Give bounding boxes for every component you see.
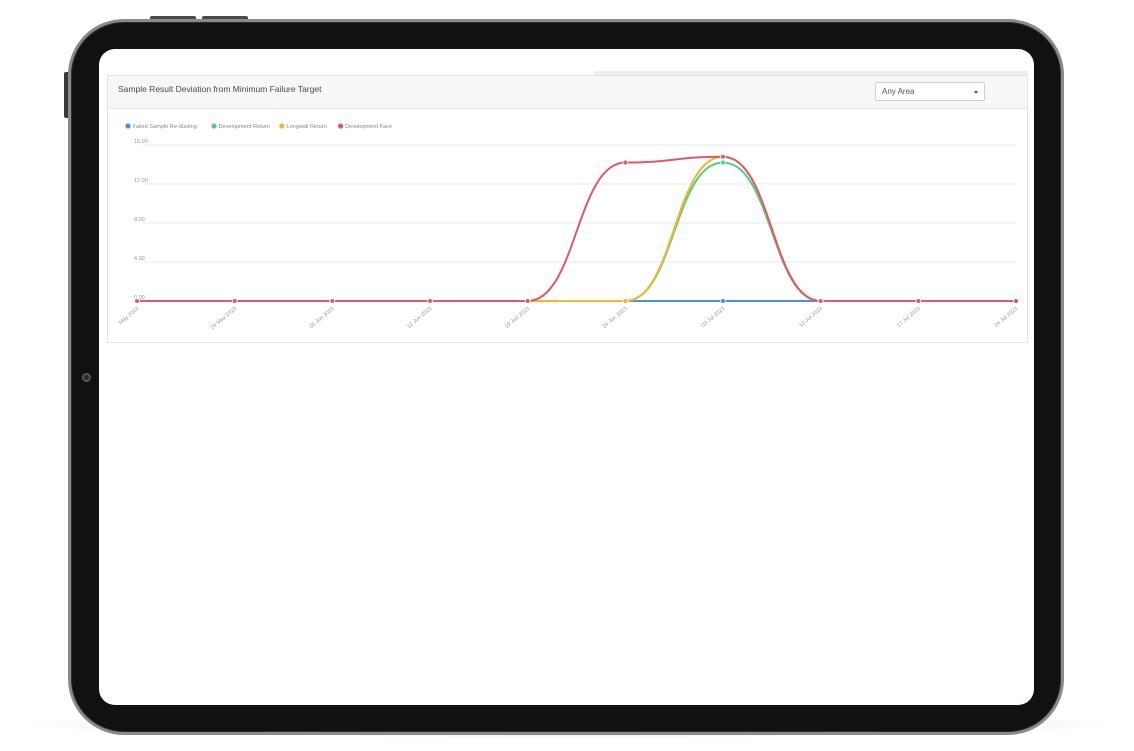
legend-marker-icon <box>338 123 344 129</box>
x-tick-label: 26 Jun 2023 <box>602 306 629 330</box>
data-point <box>524 298 531 304</box>
tablet-screen: Sample Result Deviation from Minimum Fai… <box>99 49 1034 705</box>
data-point <box>720 153 726 160</box>
data-point <box>1013 298 1019 304</box>
data-point <box>817 298 824 304</box>
legend-label: Development Return <box>218 124 269 130</box>
data-point <box>915 298 922 304</box>
legend-label: Failed Sample Re-dusting <box>133 124 197 130</box>
data-point <box>427 298 433 304</box>
data-point <box>622 298 629 304</box>
data-point <box>720 159 726 166</box>
chart-panel: Sample Result Deviation from Minimum Fai… <box>107 75 1028 343</box>
legend-marker-icon <box>125 123 131 129</box>
x-tick-label: 10 Jul 2023 <box>798 306 824 329</box>
legend-marker-icon <box>279 123 285 129</box>
y-tick-label: 16.00 <box>134 139 148 145</box>
x-tick-label: 12 Jun 2023 <box>406 306 433 330</box>
x-tick-label: 19 Jun 2023 <box>504 306 531 330</box>
data-point <box>134 298 140 304</box>
x-tick-label: May 2023 <box>118 306 140 326</box>
data-point <box>329 298 336 304</box>
x-tick-label: 05 Jun 2023 <box>309 306 336 330</box>
x-tick-label: 29 May 2023 <box>210 306 238 331</box>
legend-label: Longwall Return <box>286 124 326 130</box>
series-line <box>136 155 1017 303</box>
x-tick-label: 17 Jul 2023 <box>896 306 922 329</box>
data-point <box>622 159 629 166</box>
line-chart: 0.004.008.0012.0016.00May 2023 29 May 202… <box>118 123 1020 331</box>
camera-icon <box>82 373 91 382</box>
y-tick-label: 8.00 <box>134 217 145 223</box>
data-point <box>231 298 238 304</box>
legend-label: Development Face <box>345 124 392 130</box>
legend-marker-icon <box>211 123 217 129</box>
y-tick-label: 4.00 <box>134 256 145 262</box>
y-tick-label: 12.00 <box>134 178 148 184</box>
x-tick-label: 24 Jul 2023 <box>994 306 1020 329</box>
x-tick-label: 03 Jul 2023 <box>701 306 727 329</box>
data-point <box>720 298 726 304</box>
